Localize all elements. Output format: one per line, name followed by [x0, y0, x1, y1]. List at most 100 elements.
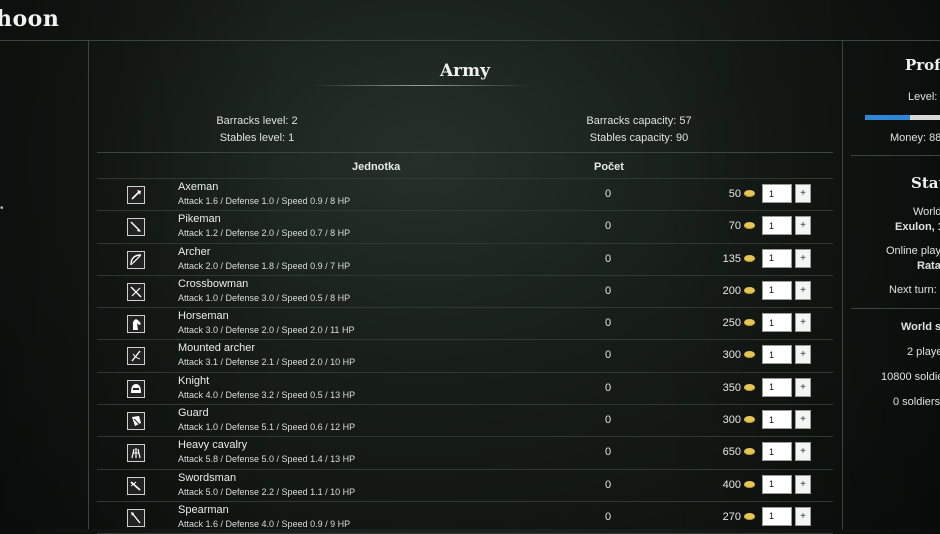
unit-table: Axeman Attack 1.6 / Defense 1.0 / Speed … [97, 178, 833, 534]
left-menu-marker: • [0, 203, 4, 214]
stats-title: Stat [911, 174, 940, 192]
quantity-input[interactable] [762, 248, 792, 268]
recruit-plus-button[interactable]: + [795, 280, 811, 300]
quantity-input[interactable] [762, 506, 792, 526]
coin-icon [744, 254, 755, 262]
unit-stats: Attack 5.8 / Defense 5.0 / Speed 1.4 / 1… [178, 454, 356, 465]
unit-count: 0 [605, 220, 612, 233]
unit-count: 0 [605, 478, 612, 491]
building-capacities: Barracks capacity: 57 Stables capacity: … [549, 113, 729, 147]
quantity-input[interactable] [762, 410, 792, 430]
coin-icon [744, 416, 755, 424]
coin-icon [744, 512, 755, 520]
page-title: Army [439, 61, 490, 81]
table-row: Mounted archer Attack 3.1 / Defense 2.1 … [97, 339, 833, 371]
table-row: Horseman Attack 3.0 / Defense 2.0 / Spee… [97, 307, 833, 339]
coin-icon [744, 351, 755, 359]
soldiers-count: 10800 soldie [881, 371, 940, 383]
unit-stats: Attack 3.1 / Defense 2.1 / Speed 2.0 / 1… [178, 357, 356, 368]
coin-icon [744, 480, 755, 488]
top-bar: hoon [0, 0, 940, 41]
world-value: Exulon, 1 [895, 221, 940, 233]
unit-price: 650 [722, 446, 741, 459]
unit-stats: Attack 1.6 / Defense 4.0 / Speed 0.9 / 9… [178, 518, 351, 529]
info-divider [97, 152, 833, 153]
horse-icon [127, 315, 145, 334]
building-levels: Barracks level: 2 Stables level: 1 [179, 113, 335, 147]
recruit-plus-button[interactable]: + [795, 313, 811, 333]
recruit-plus-button[interactable]: + [795, 474, 811, 494]
unit-count: 0 [605, 317, 612, 330]
table-row: Knight Attack 4.0 / Defense 3.2 / Speed … [97, 371, 833, 404]
recruit-plus-button[interactable]: + [795, 410, 811, 430]
unit-price: 70 [728, 220, 741, 233]
quantity-input[interactable] [762, 216, 792, 236]
unit-stats: Attack 2.0 / Defense 1.8 / Speed 0.9 / 7… [178, 260, 351, 271]
unit-price: 400 [722, 478, 741, 491]
quantity-input[interactable] [762, 313, 792, 333]
unit-name: Guard [178, 407, 209, 420]
quantity-input[interactable] [762, 345, 792, 365]
table-row: Spearman Attack 1.6 / Defense 4.0 / Spee… [97, 500, 833, 534]
online-players-value: Ratag [917, 260, 940, 272]
table-row: Axeman Attack 1.6 / Defense 1.0 / Speed … [97, 178, 833, 210]
unit-count: 0 [605, 414, 612, 427]
my-soldiers-count: 0 soldiers [893, 396, 940, 408]
quantity-input[interactable] [762, 474, 792, 494]
helmet-icon [127, 379, 145, 398]
barracks-level: Barracks level: 2 [216, 115, 298, 127]
crossbow-icon [127, 282, 145, 301]
players-count: 2 playe [907, 346, 940, 358]
quantity-input[interactable] [762, 184, 792, 203]
unit-name: Mounted archer [178, 342, 256, 355]
unit-name: Heavy cavalry [178, 439, 248, 452]
table-row: Crossbowman Attack 1.0 / Defense 3.0 / S… [97, 274, 833, 307]
coin-icon [744, 319, 755, 327]
next-turn: Next turn: [889, 284, 937, 296]
title-divider [311, 85, 531, 86]
quantity-input[interactable] [762, 377, 792, 397]
spear-icon [127, 508, 145, 527]
world-stats-title: World st [901, 321, 940, 333]
unit-count: 0 [605, 349, 612, 362]
unit-name: Knight [178, 374, 210, 387]
coin-icon [744, 448, 755, 456]
column-header-unit: Jednotka [352, 161, 401, 173]
recruit-plus-button[interactable]: + [795, 442, 811, 462]
unit-price: 135 [722, 252, 741, 265]
recruit-plus-button[interactable]: + [795, 377, 811, 397]
unit-stats: Attack 5.0 / Defense 2.2 / Speed 1.1 / 1… [178, 486, 356, 497]
axe-icon [127, 186, 145, 204]
unit-stats: Attack 4.0 / Defense 3.2 / Speed 0.5 / 1… [178, 389, 356, 400]
unit-price: 300 [722, 414, 741, 427]
pike-icon [127, 218, 145, 237]
unit-price: 270 [722, 510, 741, 523]
recruit-plus-button[interactable]: + [795, 345, 811, 365]
unit-count: 0 [605, 284, 612, 297]
column-header-count: Počet [594, 161, 624, 173]
unit-stats: Attack 1.0 / Defense 5.1 / Speed 0.6 / 1… [178, 422, 356, 433]
quantity-input[interactable] [762, 442, 792, 462]
profile-money: Money: 88 [890, 132, 940, 144]
profile-level: Level: 1 [908, 91, 940, 103]
unit-count: 0 [605, 252, 612, 265]
coin-icon [744, 222, 755, 230]
level-progress-bar [865, 115, 940, 120]
shield-icon [127, 412, 145, 431]
recruit-plus-button[interactable]: + [795, 184, 811, 203]
unit-name: Pikeman [178, 213, 221, 226]
stables-capacity: Stables capacity: 90 [589, 132, 689, 144]
recruit-plus-button[interactable]: + [795, 216, 811, 236]
recruit-plus-button[interactable]: + [795, 248, 811, 268]
level-progress-fill [865, 115, 910, 120]
coin-icon [744, 190, 755, 197]
unit-price: 200 [722, 284, 741, 297]
unit-count: 0 [605, 381, 612, 394]
recruit-plus-button[interactable]: + [795, 506, 811, 526]
game-logo[interactable]: hoon [0, 6, 59, 32]
quantity-input[interactable] [762, 280, 792, 300]
sidebar-divider [851, 155, 940, 156]
unit-count: 0 [605, 188, 612, 200]
table-row: Pikeman Attack 1.2 / Defense 2.0 / Speed… [97, 210, 833, 242]
online-players-label: Online play [886, 245, 940, 257]
